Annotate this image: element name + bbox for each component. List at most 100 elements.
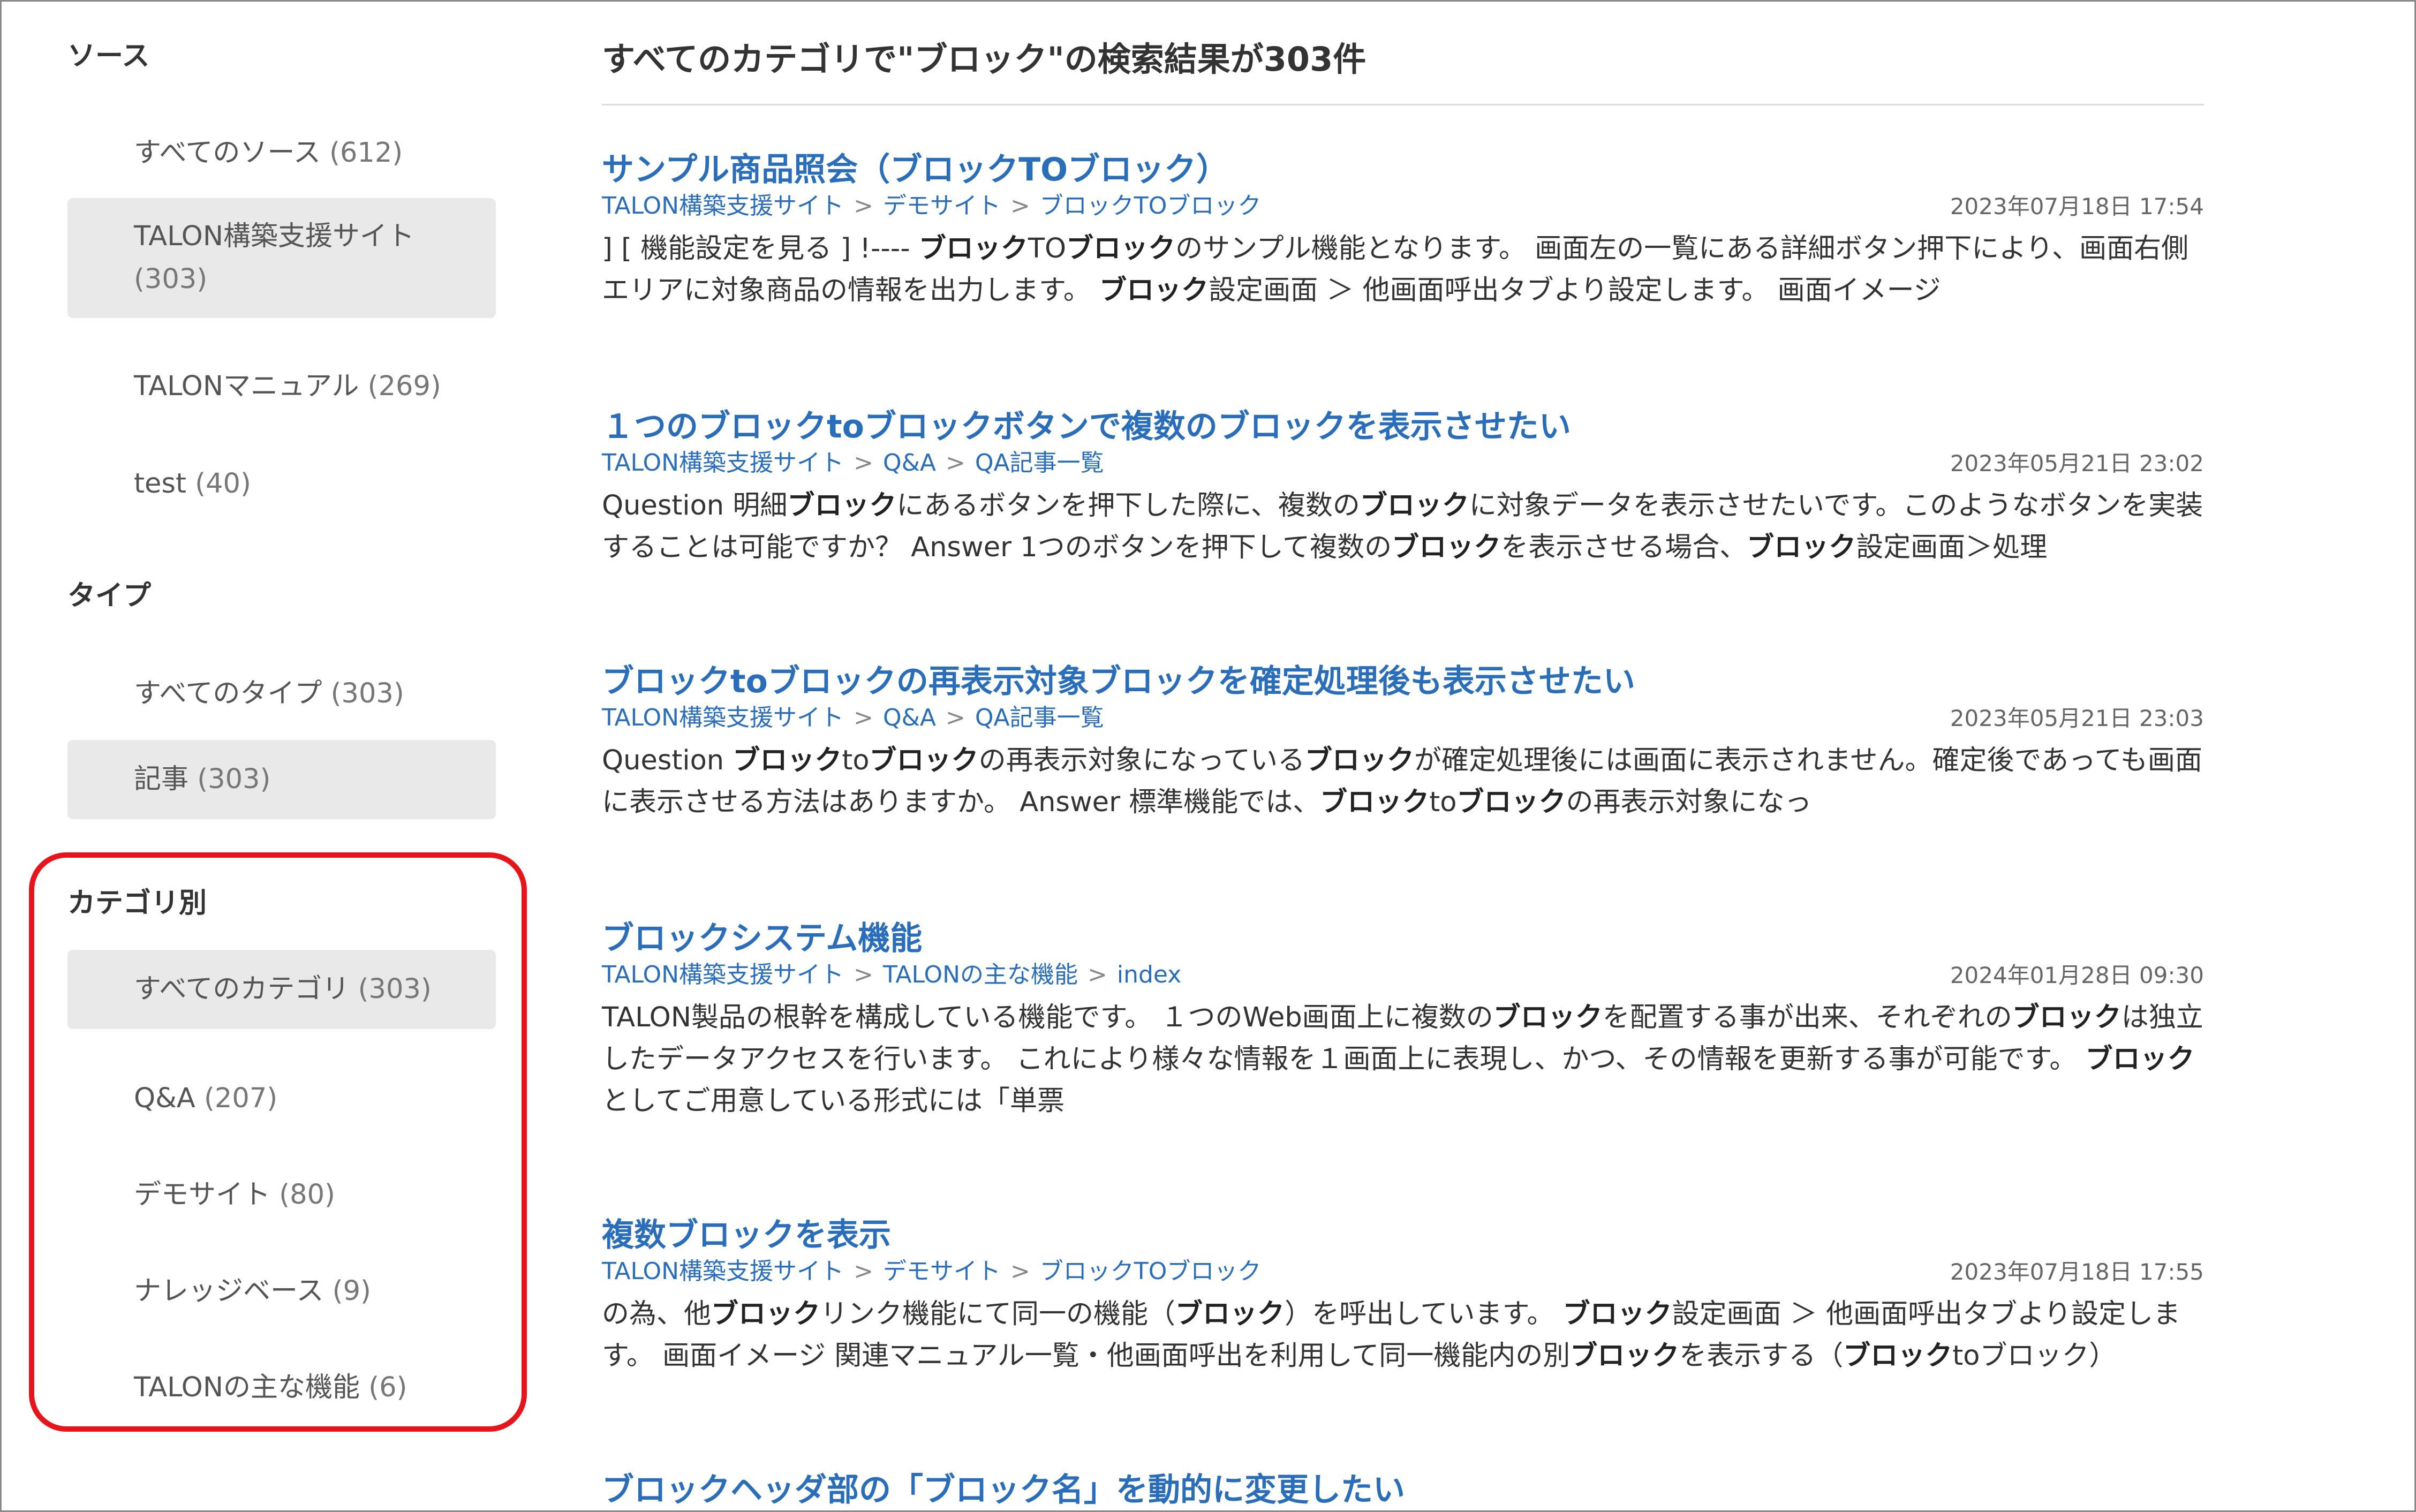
snippet-text: リンク機能にて同一の機能（ bbox=[820, 1298, 1176, 1330]
keyword-highlight: ブロック bbox=[733, 745, 842, 776]
breadcrumb: TALON構築支援サイト > TALONの主な機能 > index bbox=[602, 955, 1181, 989]
snippet-text: Question bbox=[602, 745, 733, 776]
breadcrumb-link[interactable]: index bbox=[1117, 961, 1181, 988]
result-date: 2023年05月21日 23:03 bbox=[1950, 705, 2204, 731]
result-date: 2023年05月21日 23:02 bbox=[1950, 450, 2204, 477]
breadcrumb-link[interactable]: TALON構築支援サイト bbox=[602, 704, 844, 731]
breadcrumb-link[interactable]: TALON構築支援サイト bbox=[602, 449, 844, 477]
snippet-text: ] [ 機能設定を見る ] !---- bbox=[602, 233, 919, 264]
snippet-text: to bbox=[1952, 1340, 1980, 1372]
facet-talon-support-site[interactable]: TALON構築支援サイト (303) bbox=[67, 198, 496, 318]
facet-test[interactable]: test (40) bbox=[67, 463, 496, 505]
snippet-text: Question 明細 bbox=[602, 490, 788, 521]
facet-count: (303) bbox=[134, 263, 208, 295]
keyword-highlight: ブロック bbox=[1843, 1340, 1953, 1372]
breadcrumb-separator: > bbox=[1010, 1258, 1030, 1285]
breadcrumb-separator: > bbox=[854, 1258, 873, 1285]
breadcrumb-separator: > bbox=[945, 449, 965, 477]
category-highlight-annotation bbox=[29, 852, 527, 1432]
snippet-text: TALON製品の根幹を構成している機能です。 １つのWeb画面上に複数の bbox=[602, 1002, 1493, 1033]
keyword-highlight: ブロック bbox=[1456, 787, 1566, 818]
facet-count: (40) bbox=[195, 468, 251, 500]
facet-all-types[interactable]: すべてのタイプ (303) bbox=[67, 672, 496, 715]
facet-label: TALON構築支援サイト bbox=[134, 221, 414, 252]
result-title-link[interactable]: 複数ブロックを表示 bbox=[602, 1209, 891, 1256]
result-title-link[interactable]: １つのブロックtoブロックボタンで複数のブロックを表示させたい bbox=[602, 400, 1571, 447]
snippet-text: としてご用意している形式には「単票 bbox=[602, 1085, 1064, 1117]
result-title-link[interactable]: ブロックヘッダ部の「ブロック名」を動的に変更したい bbox=[602, 1464, 1405, 1510]
source-heading: ソース bbox=[67, 40, 150, 72]
keyword-highlight: ブロック bbox=[1747, 532, 1856, 563]
keyword-highlight: ブロック bbox=[1066, 233, 1176, 264]
keyword-highlight: ブロック bbox=[2012, 1002, 2121, 1033]
snippet-text: にあるボタンを押下した際に、複数の bbox=[896, 490, 1360, 521]
result-title-link[interactable]: ブロックtoブロックの再表示対象ブロックを確定処理後も表示させたい bbox=[602, 655, 1635, 702]
breadcrumb-link[interactable]: Q&A bbox=[883, 704, 936, 731]
snippet-text: を配置する事が出来、それぞれの bbox=[1602, 1002, 2012, 1033]
breadcrumb-link[interactable]: QA記事一覧 bbox=[975, 704, 1104, 731]
keyword-highlight: ブロック bbox=[1099, 275, 1209, 306]
result-title-link[interactable]: サンプル商品照会（ブロックTOブロック） bbox=[602, 143, 1228, 190]
breadcrumb-link[interactable]: デモサイト bbox=[883, 192, 1001, 220]
result-date: 2023年07月18日 17:54 bbox=[1950, 193, 2204, 220]
result-snippet: の為、他ブロックリンク機能にて同一の機能（ブロック）を呼出しています。 ブロック… bbox=[602, 1294, 2204, 1377]
keyword-highlight: ブロック bbox=[787, 490, 897, 521]
keyword-highlight: ブロック bbox=[1305, 745, 1415, 776]
breadcrumb-link[interactable]: デモサイト bbox=[883, 1258, 1001, 1285]
facet-label: 記事 bbox=[134, 763, 189, 795]
keyword-highlight: ブロック bbox=[1175, 1298, 1285, 1330]
facet-label: TALONマニュアル bbox=[134, 371, 359, 402]
keyword-highlight: ブロック bbox=[1360, 490, 1469, 521]
snippet-text: の再表示対象になっ bbox=[1566, 787, 1812, 818]
breadcrumb: TALON構築支援サイト > デモサイト > ブロックTOブロック bbox=[602, 186, 1261, 221]
facet-count: (612) bbox=[329, 137, 403, 169]
type-heading: タイプ bbox=[67, 580, 152, 612]
facet-count: (303) bbox=[330, 678, 404, 709]
breadcrumb-separator: > bbox=[945, 704, 965, 731]
breadcrumb-link[interactable]: QA記事一覧 bbox=[975, 449, 1104, 477]
snippet-text: を表示する（ bbox=[1679, 1340, 1844, 1372]
keyword-highlight: ブロック bbox=[918, 233, 1028, 264]
result-snippet: Question 明細ブロックにあるボタンを押下した際に、複数のブロックに対象デ… bbox=[602, 485, 2204, 569]
breadcrumb-link[interactable]: TALONの主な機能 bbox=[883, 961, 1078, 988]
snippet-text: 設定画面＞処理 bbox=[1856, 532, 2048, 563]
facet-talon-manual[interactable]: TALONマニュアル (269) bbox=[67, 365, 496, 408]
snippet-text: 設定画面 ＞ 他画面呼出タブより設定します。 画面イメージ bbox=[1209, 275, 1941, 306]
result-snippet: Question ブロックtoブロックの再表示対象になっているブロックが確定処理… bbox=[602, 740, 2204, 823]
breadcrumb-separator: > bbox=[1088, 961, 1107, 988]
result-date: 2024年01月28日 09:30 bbox=[1950, 962, 2204, 988]
breadcrumb-link[interactable]: TALON構築支援サイト bbox=[602, 1258, 844, 1285]
snippet-text: TO bbox=[1028, 233, 1067, 264]
snippet-text: to bbox=[842, 745, 870, 776]
breadcrumb-link[interactable]: Q&A bbox=[883, 449, 936, 477]
facet-count: (269) bbox=[367, 371, 441, 402]
keyword-highlight: ブロック bbox=[1320, 787, 1430, 818]
breadcrumb-link[interactable]: TALON構築支援サイト bbox=[602, 192, 844, 220]
keyword-highlight: ブロック bbox=[1562, 1298, 1672, 1330]
result-title-link[interactable]: ブロックシステム機能 bbox=[602, 912, 922, 959]
snippet-text: ） bbox=[2089, 1340, 2117, 1372]
breadcrumb-separator: > bbox=[854, 449, 873, 477]
snippet-text: の為、他 bbox=[602, 1298, 712, 1330]
facet-count: (303) bbox=[197, 763, 271, 795]
keyword-highlight: ブロック bbox=[1570, 1340, 1680, 1372]
keyword-highlight: ブロック bbox=[2085, 1044, 2195, 1075]
breadcrumb-link[interactable]: ブロックTOブロック bbox=[1040, 192, 1262, 220]
breadcrumb-link[interactable]: ブロックTOブロック bbox=[1040, 1258, 1262, 1285]
facet-label: すべてのソース bbox=[134, 137, 321, 169]
result-snippet: ] [ 機能設定を見る ] !---- ブロックTOブロックのサンプル機能となり… bbox=[602, 228, 2204, 312]
snippet-text: to bbox=[1429, 787, 1457, 818]
facet-article[interactable]: 記事 (303) bbox=[67, 740, 496, 819]
facet-label: すべてのタイプ bbox=[134, 678, 322, 709]
snippet-text: の再表示対象になっている bbox=[978, 745, 1305, 776]
breadcrumb-separator: > bbox=[854, 961, 873, 988]
breadcrumb-separator: > bbox=[854, 192, 873, 220]
breadcrumb-separator: > bbox=[854, 704, 873, 731]
keyword-highlight: ブロック bbox=[711, 1298, 821, 1330]
result-date: 2023年07月18日 17:55 bbox=[1950, 1259, 2204, 1285]
facet-all-sources[interactable]: すべてのソース (612) bbox=[67, 132, 496, 175]
snippet-text: ）を呼出しています。 bbox=[1285, 1298, 1563, 1330]
keyword-highlight: ブロック bbox=[1493, 1002, 1603, 1033]
breadcrumb: TALON構築支援サイト > デモサイト > ブロックTOブロック bbox=[602, 1252, 1261, 1286]
breadcrumb-link[interactable]: TALON構築支援サイト bbox=[602, 961, 844, 988]
